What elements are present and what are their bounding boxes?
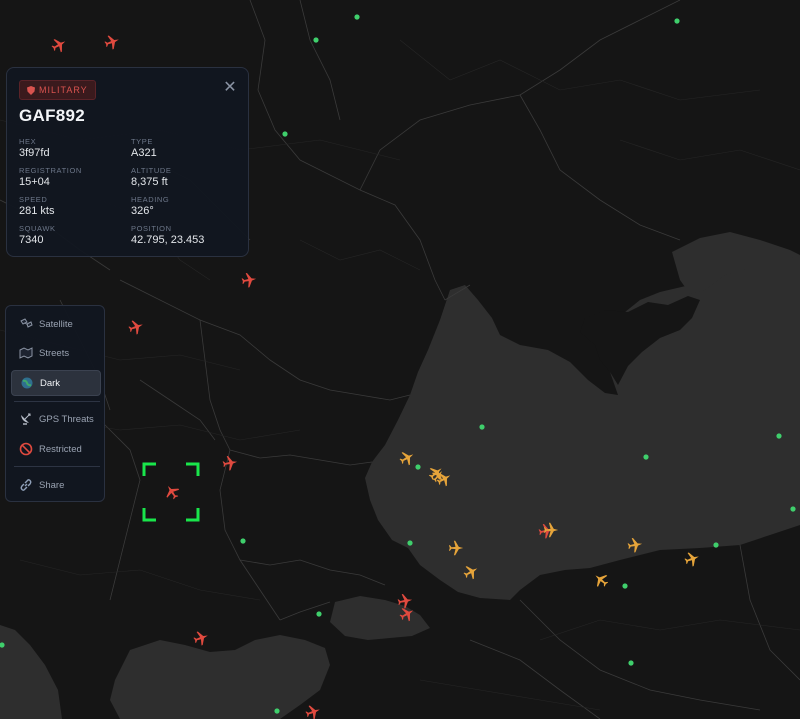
layer-label: Dark [40, 377, 61, 389]
globe-icon [21, 377, 33, 389]
field-label: REGISTRATION [19, 166, 82, 175]
field-label: TYPE [131, 137, 153, 146]
station-dot [643, 454, 649, 460]
station-dot [713, 542, 719, 548]
radar-dish-icon [21, 413, 31, 425]
station-dot [316, 611, 322, 617]
station-dot [628, 660, 634, 666]
military-badge: MILITARY [19, 80, 96, 100]
aircraft-info-panel: MILITARY ✕ GAF892 HEX 3f97fd TYPE A321 R… [6, 67, 249, 257]
station-dot [354, 14, 360, 20]
station-dot [674, 18, 680, 24]
shield-icon [27, 85, 35, 95]
field-label: HEX [19, 137, 37, 146]
layer-dark[interactable]: Dark [11, 370, 101, 396]
station-dot [274, 708, 280, 714]
link-icon [20, 479, 32, 491]
field-heading: HEADING 326° [131, 195, 169, 217]
station-dot [622, 583, 628, 589]
station-dot [240, 538, 246, 544]
layer-divider [14, 466, 100, 467]
layer-label: Satellite [39, 318, 73, 330]
field-label: ALTITUDE [131, 166, 172, 175]
station-dot [479, 424, 485, 430]
field-label: POSITION [131, 224, 172, 233]
selection-reticle [142, 462, 200, 522]
close-icon[interactable]: ✕ [222, 80, 238, 96]
field-type: TYPE A321 [131, 137, 157, 159]
field-value: 42.795, 23.453 [131, 234, 205, 246]
station-dot [790, 506, 796, 512]
field-label: HEADING [131, 195, 170, 204]
field-squawk: SQUAWK 7340 [19, 224, 56, 246]
field-altitude: ALTITUDE 8,375 ft [131, 166, 172, 188]
station-dot [313, 37, 319, 43]
share-button[interactable]: Share [11, 472, 101, 498]
field-value: 281 kts [19, 205, 55, 217]
layer-label: Restricted [39, 443, 82, 455]
layer-label: GPS Threats [39, 413, 94, 425]
field-position: POSITION 42.795, 23.453 [131, 224, 204, 246]
layer-restricted[interactable]: Restricted [11, 436, 101, 462]
field-value: 15+04 [19, 176, 50, 188]
field-value: 3f97fd [19, 147, 50, 159]
layer-satellite[interactable]: Satellite [11, 311, 101, 337]
layer-label: Share [39, 479, 65, 491]
no-entry-icon [19, 442, 33, 456]
field-value: 8,375 ft [131, 176, 168, 188]
station-dot [415, 464, 421, 470]
badge-label: MILITARY [39, 85, 88, 95]
aircraft-callsign: GAF892 [19, 106, 86, 125]
field-label: SQUAWK [19, 224, 56, 233]
field-registration: REGISTRATION 15+04 [19, 166, 82, 188]
satellite-icon [20, 318, 33, 328]
field-value: 326° [131, 205, 154, 217]
layers-panel: Satellite Streets Dark GPS Threats Restr… [5, 305, 105, 502]
field-label: SPEED [19, 195, 48, 204]
field-value: A321 [131, 147, 157, 159]
layer-label: Streets [39, 347, 70, 359]
streets-icon [19, 347, 33, 359]
station-dot [407, 540, 413, 546]
layer-gps-threats[interactable]: GPS Threats [11, 406, 101, 432]
station-dot [282, 131, 288, 137]
layer-streets[interactable]: Streets [11, 340, 101, 366]
layer-divider [14, 401, 100, 402]
station-dot [776, 433, 782, 439]
field-hex: HEX 3f97fd [19, 137, 50, 159]
field-speed: SPEED 281 kts [19, 195, 54, 217]
field-value: 7340 [19, 234, 44, 246]
